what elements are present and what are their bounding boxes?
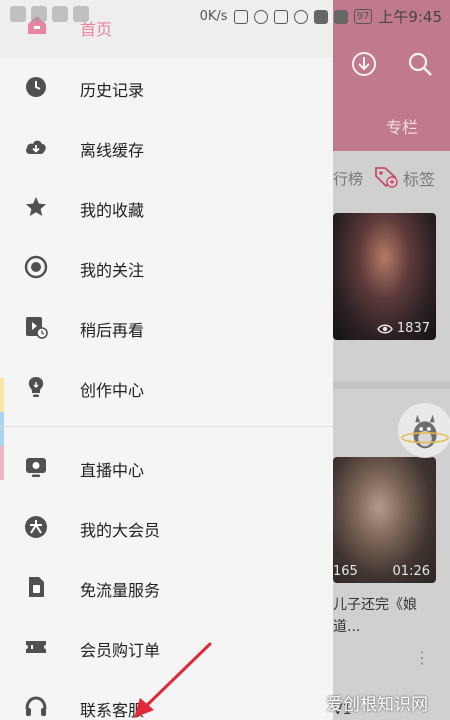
navigation-drawer: 首页 历史记录 离线缓存 我的收藏 我的关注 稍后再看 创作中心 直播中心 我的… [0,0,333,720]
star-icon [26,197,46,216]
drawer-item-free-data[interactable]: 免流量服务 [0,557,333,617]
drawer-item-label: 我的收藏 [80,201,145,220]
battery-icon: 97 [353,9,373,24]
drawer-item-label: 创作中心 [80,381,145,400]
drawer-item-vip[interactable]: 我的大会员 [0,497,333,557]
drawer-item-favorites[interactable]: 我的收藏 [0,177,333,237]
watch-later-icon [26,317,48,339]
wechat-icon [52,6,68,22]
annotation-arrow [134,642,212,718]
download-icon[interactable] [350,50,378,78]
tab-tags[interactable]: 标签 [403,166,435,190]
tag-icon[interactable] [373,164,399,188]
play-count: 165 [333,564,358,579]
drawer-item-label: 稍后再看 [80,321,145,340]
clock: 上午9:45 [378,8,442,26]
drawer-item-offline-cache[interactable]: 离线缓存 [0,117,333,177]
notification-icons [10,6,89,22]
signal-icon [333,9,348,24]
headset-icon [25,696,47,716]
key-icon [31,6,47,22]
hd-icon [273,9,288,24]
video-duration: 01:26 [392,564,430,579]
video-thumbnail[interactable]: 1837 [333,213,436,340]
signal-icon [313,9,328,24]
ticket-icon [26,641,46,653]
drawer-item-label: 我的关注 [80,261,145,280]
view-count: 1837 [377,321,430,336]
vibrate-icon [233,9,248,24]
drawer-item-label: 免流量服务 [80,581,161,600]
live-tv-icon [26,458,46,477]
drawer-item-label: 离线缓存 [80,141,145,160]
drawer-item-watch-later[interactable]: 稍后再看 [0,297,333,357]
system-status: 0K/s 97 上午9:45 [200,6,442,27]
app-notification-icon [10,6,26,22]
watermark: 爱创根知识网 [326,695,428,715]
drawer-item-label: 我的大会员 [80,521,161,540]
sim-card-icon [29,577,44,597]
drawer-item-following[interactable]: 我的关注 [0,237,333,297]
eye-comfort-icon [293,9,308,24]
more-icon[interactable]: ⋮ [414,648,430,667]
drawer-item-label: 历史记录 [80,81,145,100]
drawer-item-history[interactable]: 历史记录 [0,57,333,117]
section-divider [333,381,450,389]
follow-icon [24,255,48,279]
eye-icon [377,324,393,333]
cloud-download-icon [26,140,46,154]
drawer-divider [0,426,333,427]
video-thumbnail[interactable]: 165 01:26 [333,457,436,583]
tab-column[interactable]: 专栏 [386,114,418,138]
alarm-icon [253,9,268,24]
drawer-item-label: 直播中心 [80,461,145,480]
search-icon[interactable] [406,50,434,78]
drawer-item-live-center[interactable]: 直播中心 [0,437,333,497]
lightbulb-icon [28,377,44,397]
tab-rank[interactable]: 行榜 [333,168,363,189]
drawer-item-creator-center[interactable]: 创作中心 [0,357,333,417]
totoro-mascot-icon[interactable] [397,402,450,458]
app-notification-icon [73,6,89,22]
vip-icon [25,516,47,538]
category-tabs: 行榜 标签 [333,158,450,194]
clock-icon [26,77,46,97]
video-title[interactable]: 儿子还完《娘道... [333,594,438,638]
view-count-value: 1837 [396,321,430,336]
network-speed: 0K/s [199,9,228,24]
status-bar: 0K/s 97 上午9:45 [0,0,450,32]
